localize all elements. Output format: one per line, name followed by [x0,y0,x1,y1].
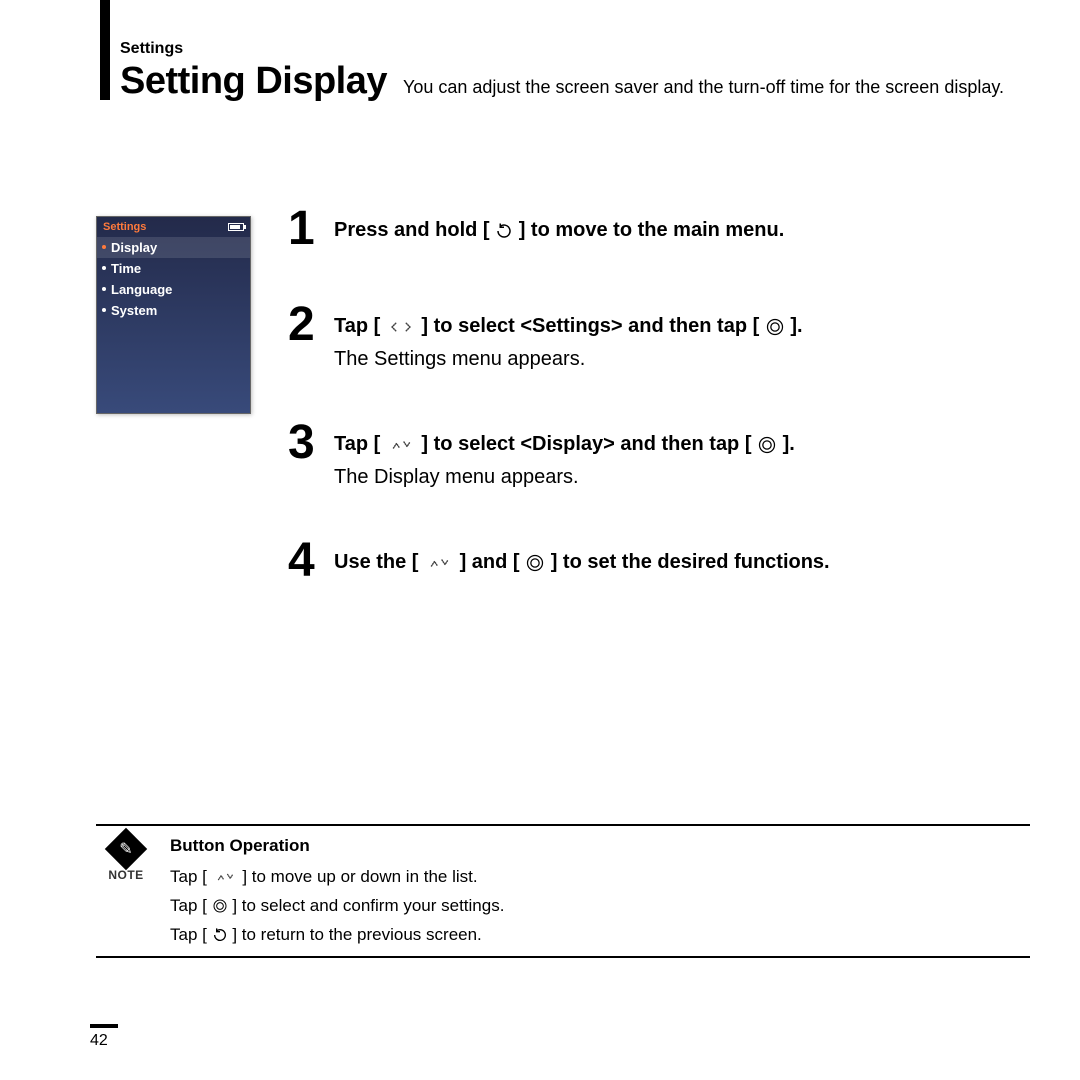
category-label: Settings [120,40,1050,58]
step-1: 1 Press and hold [ ] to move to the main… [288,205,1030,253]
device-screenshot: Settings Display Time Language System [96,216,251,414]
step-number: 4 [288,537,324,585]
note-icon [105,828,147,870]
step-text: Use the [ [334,551,424,573]
step-text: ] to move to the main menu. [513,219,784,241]
step-subtext: The Display menu appears. [334,466,795,489]
step-number: 1 [288,205,324,253]
circle-button-icon [525,552,545,575]
circle-button-icon [212,892,228,921]
left-right-icon [386,315,416,338]
note-text: Tap [ [170,925,212,944]
note-badge: NOTE [96,832,156,882]
step-2: 2 Tap [ ] to select <Settings> and then … [288,301,1030,371]
step-text: ] to set the desired functions. [545,551,829,573]
up-down-icon [424,552,454,575]
page-subtitle: You can adjust the screen saver and the … [403,77,1050,98]
step-text: ] and [ [454,551,525,573]
step-4: 4 Use the [ ] and [ ] to set the desired… [288,537,1030,585]
up-down-icon [212,863,238,892]
device-screen-title: Settings [103,221,146,233]
step-text: ] to select <Settings> and then tap [ [416,315,765,337]
note-text: ] to move up or down in the list. [238,867,478,886]
back-icon [495,219,513,242]
device-menu: Display Time Language System [97,235,250,323]
step-text: Tap [ [334,433,386,455]
device-menu-item-system: System [97,300,250,321]
back-icon [212,921,228,950]
step-subtext: The Settings menu appears. [334,348,803,371]
note-line: Tap [ ] to select and confirm your setti… [170,892,1030,921]
note-text: Tap [ [170,867,212,886]
note-line: Tap [ ] to return to the previous screen… [170,921,1030,950]
note-block: NOTE Button Operation Tap [ ] to move up… [96,824,1030,958]
page-number: 42 [90,1024,118,1050]
step-text: ]. [777,433,795,455]
note-text: ] to select and confirm your settings. [228,896,505,915]
step-text: Tap [ [334,315,386,337]
device-menu-item-time: Time [97,258,250,279]
circle-button-icon [765,315,785,338]
step-number: 3 [288,419,324,467]
header-vertical-bar [100,0,110,100]
device-menu-item-display: Display [97,237,250,258]
page-header: Settings Setting Display You can adjust … [120,40,1050,103]
battery-icon [228,223,244,231]
note-text: ] to return to the previous screen. [228,925,482,944]
step-text: ]. [785,315,803,337]
up-down-icon [386,433,416,456]
note-heading: Button Operation [170,832,1030,861]
step-text: Press and hold [ [334,219,495,241]
page-title: Setting Display [120,60,387,103]
circle-button-icon [757,433,777,456]
step-text: ] to select <Display> and then tap [ [416,433,757,455]
step-3: 3 Tap [ ] to select <Display> and then t… [288,419,1030,489]
device-menu-item-language: Language [97,279,250,300]
note-line: Tap [ ] to move up or down in the list. [170,863,1030,892]
step-number: 2 [288,301,324,349]
steps-list: 1 Press and hold [ ] to move to the main… [288,205,1030,633]
note-text: Tap [ [170,896,212,915]
